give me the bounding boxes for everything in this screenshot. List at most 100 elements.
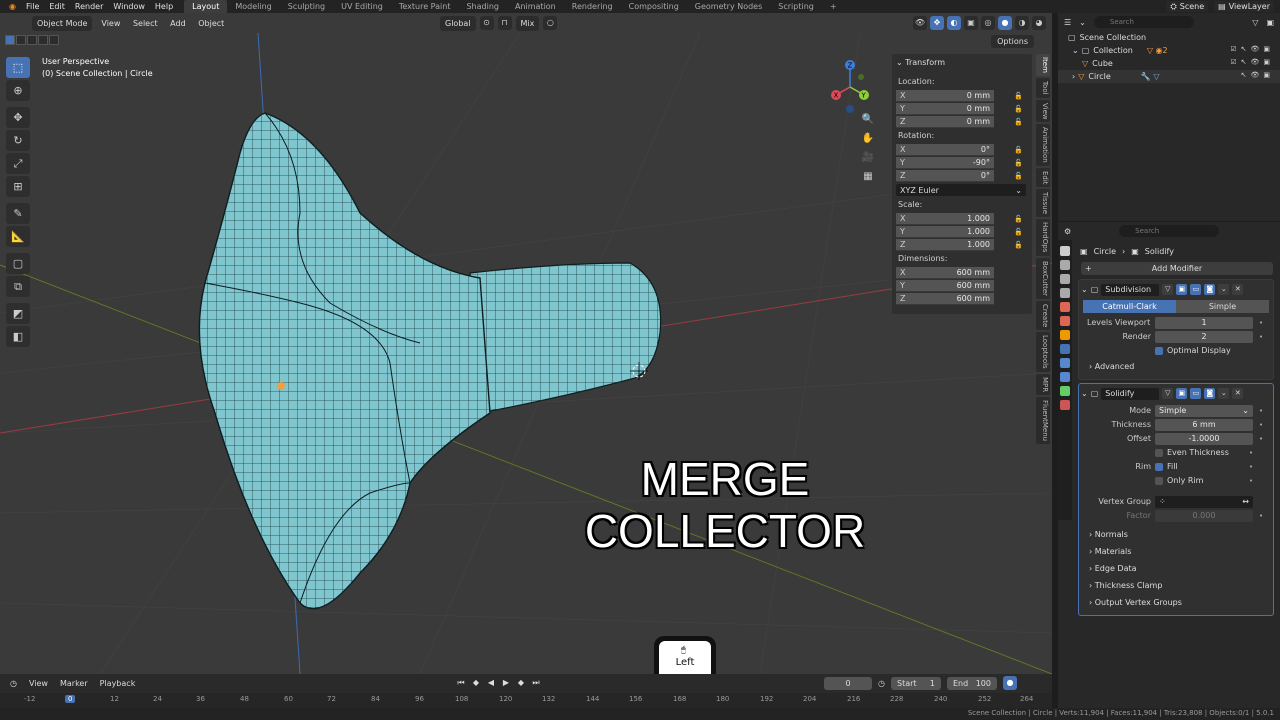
- blender-logo-icon[interactable]: ◉: [4, 2, 21, 11]
- rim-fill-checkbox[interactable]: Fill: [1155, 462, 1178, 471]
- visibility-icon[interactable]: 👁: [913, 16, 927, 30]
- scene-tab-icon[interactable]: [1060, 302, 1070, 312]
- collapse-arrow-icon[interactable]: ⌄: [1081, 285, 1088, 294]
- filter-icon[interactable]: ▽: [1252, 18, 1258, 27]
- play-icon[interactable]: ▶: [500, 677, 512, 689]
- outliner-search-input[interactable]: Search: [1093, 16, 1194, 28]
- tab-shading[interactable]: Shading: [458, 0, 507, 13]
- cage-toggle-icon[interactable]: ▣: [1176, 388, 1188, 399]
- simple-button[interactable]: Simple: [1176, 300, 1269, 313]
- tab-layout[interactable]: Layout: [184, 0, 228, 13]
- dropdown-chevron-icon[interactable]: ⌄: [1218, 388, 1230, 399]
- location-y-field[interactable]: Y0 mm: [896, 102, 994, 115]
- lock-icon[interactable]: 🔓: [1014, 159, 1024, 167]
- lock-icon[interactable]: 🔓: [1014, 215, 1024, 223]
- navigation-gizmo[interactable]: Z Y X: [826, 57, 876, 117]
- keyframe-dot-icon[interactable]: •: [1259, 512, 1267, 520]
- keyframe-dot-icon[interactable]: •: [1259, 421, 1267, 429]
- properties-editor-type-icon[interactable]: ⚙: [1064, 227, 1071, 236]
- eye-icon[interactable]: 👁: [1250, 45, 1259, 53]
- keying-icon[interactable]: ●: [1002, 676, 1017, 690]
- sidebar-tab-tissue[interactable]: Tissue: [1036, 189, 1050, 218]
- tab-compositing[interactable]: Compositing: [621, 0, 687, 13]
- scale-tool-icon[interactable]: ⤢: [6, 153, 30, 174]
- rotate-tool-icon[interactable]: ↻: [6, 130, 30, 151]
- normals-subpanel[interactable]: › Normals: [1081, 526, 1271, 543]
- location-z-field[interactable]: Z0 mm: [896, 115, 994, 128]
- close-icon[interactable]: ✕: [1232, 388, 1244, 399]
- scene-selector[interactable]: ⛭ Scene: [1166, 1, 1209, 12]
- offset-field[interactable]: -1.0000: [1155, 432, 1253, 445]
- keyframe-dot-icon[interactable]: •: [1259, 319, 1267, 327]
- shading-rendered-icon[interactable]: ◕: [1032, 16, 1046, 30]
- pivot-icon[interactable]: ⊙: [479, 16, 494, 30]
- checkbox-icon[interactable]: ☑: [1230, 45, 1236, 53]
- zoom-icon[interactable]: 🔍: [861, 113, 875, 127]
- advanced-subpanel[interactable]: › Advanced: [1081, 358, 1271, 375]
- render-tab-icon[interactable]: [1060, 260, 1070, 270]
- orientation-dropdown[interactable]: Global: [440, 16, 476, 31]
- outliner-row-collection[interactable]: ⌄ ▢ Collection ▽ ◉2 ☑ ↖ 👁 ▣: [1058, 44, 1280, 57]
- sidebar-tab-view[interactable]: View: [1036, 99, 1050, 123]
- select-mode-subtract-icon[interactable]: [27, 35, 37, 45]
- tab-modeling[interactable]: Modeling: [227, 0, 279, 13]
- annotate-tool-icon[interactable]: ✎: [6, 203, 30, 224]
- outliner-row-scene-collection[interactable]: ▢ Scene Collection: [1058, 31, 1280, 44]
- sidebar-tab-edit[interactable]: Edit: [1036, 167, 1050, 188]
- materials-subpanel[interactable]: › Materials: [1081, 543, 1271, 560]
- expand-arrow-icon[interactable]: ›: [1072, 72, 1075, 81]
- invert-arrow-icon[interactable]: ↔: [1242, 496, 1249, 508]
- select-mode-new-icon[interactable]: [5, 35, 15, 45]
- lock-icon[interactable]: 🔓: [1014, 172, 1024, 180]
- playhead[interactable]: 0: [65, 695, 76, 703]
- hops-tool-icon[interactable]: ◩: [6, 303, 30, 324]
- add-modifier-button[interactable]: + Add Modifier: [1081, 262, 1273, 275]
- dimensions-y-field[interactable]: Y 600 mm: [896, 279, 994, 292]
- view-layer-tab-icon[interactable]: [1060, 288, 1070, 298]
- rotation-mode-dropdown[interactable]: XYZ Euler ⌄: [896, 184, 1026, 196]
- output-tab-icon[interactable]: [1060, 274, 1070, 284]
- sidebar-tab-looptools[interactable]: Looptools: [1036, 332, 1050, 372]
- menu-file[interactable]: File: [21, 2, 44, 11]
- render-levels-field[interactable]: 2: [1155, 330, 1253, 343]
- camera-icon[interactable]: ▣: [1263, 71, 1270, 79]
- timeline-editor-type-icon[interactable]: ◷: [6, 679, 21, 688]
- options-dropdown[interactable]: Options: [991, 35, 1034, 48]
- tab-texture-paint[interactable]: Texture Paint: [391, 0, 459, 13]
- select-icon[interactable]: ↖: [1241, 58, 1247, 66]
- tab-sculpting[interactable]: Sculpting: [280, 0, 333, 13]
- keyframe-dot-icon[interactable]: •: [1259, 435, 1267, 443]
- close-icon[interactable]: ✕: [1232, 284, 1244, 295]
- gizmo-toggle-icon[interactable]: ✥: [930, 16, 944, 30]
- lock-icon[interactable]: 🔓: [1014, 92, 1024, 100]
- scale-z-field[interactable]: Z 1.000: [896, 238, 994, 251]
- jump-start-icon[interactable]: ⏮: [455, 677, 467, 689]
- scale-y-field[interactable]: Y 1.000: [896, 225, 994, 238]
- tab-rendering[interactable]: Rendering: [564, 0, 621, 13]
- dimensions-z-field[interactable]: Z 600 mm: [896, 292, 994, 305]
- dropdown-chevron-icon[interactable]: ⌄: [1218, 284, 1230, 295]
- checkbox-icon[interactable]: ☑: [1230, 58, 1236, 66]
- tab-animation[interactable]: Animation: [507, 0, 564, 13]
- viewport-toggle-icon[interactable]: ▭: [1190, 388, 1202, 399]
- 3d-viewport[interactable]: Object Mode View Select Add Object Globa…: [0, 13, 1052, 674]
- proportional-edit-icon[interactable]: ○: [543, 16, 558, 30]
- eye-icon[interactable]: 👁: [1250, 58, 1259, 66]
- catmull-clark-button[interactable]: Catmull-Clark: [1083, 300, 1176, 313]
- keyframe-dot-icon[interactable]: •: [1249, 477, 1257, 485]
- keyframe-dot-icon[interactable]: •: [1249, 463, 1257, 471]
- tab-geometry-nodes[interactable]: Geometry Nodes: [687, 0, 770, 13]
- menu-add[interactable]: Add: [165, 19, 191, 28]
- render-toggle-icon[interactable]: ◙: [1204, 284, 1216, 295]
- properties-search-input[interactable]: Search: [1119, 225, 1220, 237]
- menu-view[interactable]: View: [96, 19, 125, 28]
- sidebar-tab-fluentmenu[interactable]: FluentMenu: [1036, 396, 1050, 445]
- rotation-x-field[interactable]: X 0°: [896, 143, 994, 156]
- ortho-grid-icon[interactable]: ▦: [861, 170, 875, 184]
- viewlayer-selector[interactable]: ▤ ViewLayer: [1214, 1, 1274, 12]
- output-vertex-groups-subpanel[interactable]: › Output Vertex Groups: [1081, 594, 1271, 611]
- timeline-menu-playback[interactable]: Playback: [96, 679, 140, 688]
- thickness-field[interactable]: 6 mm: [1155, 418, 1253, 431]
- menu-render[interactable]: Render: [70, 2, 108, 11]
- transform-tool-icon[interactable]: ⊞: [6, 176, 30, 197]
